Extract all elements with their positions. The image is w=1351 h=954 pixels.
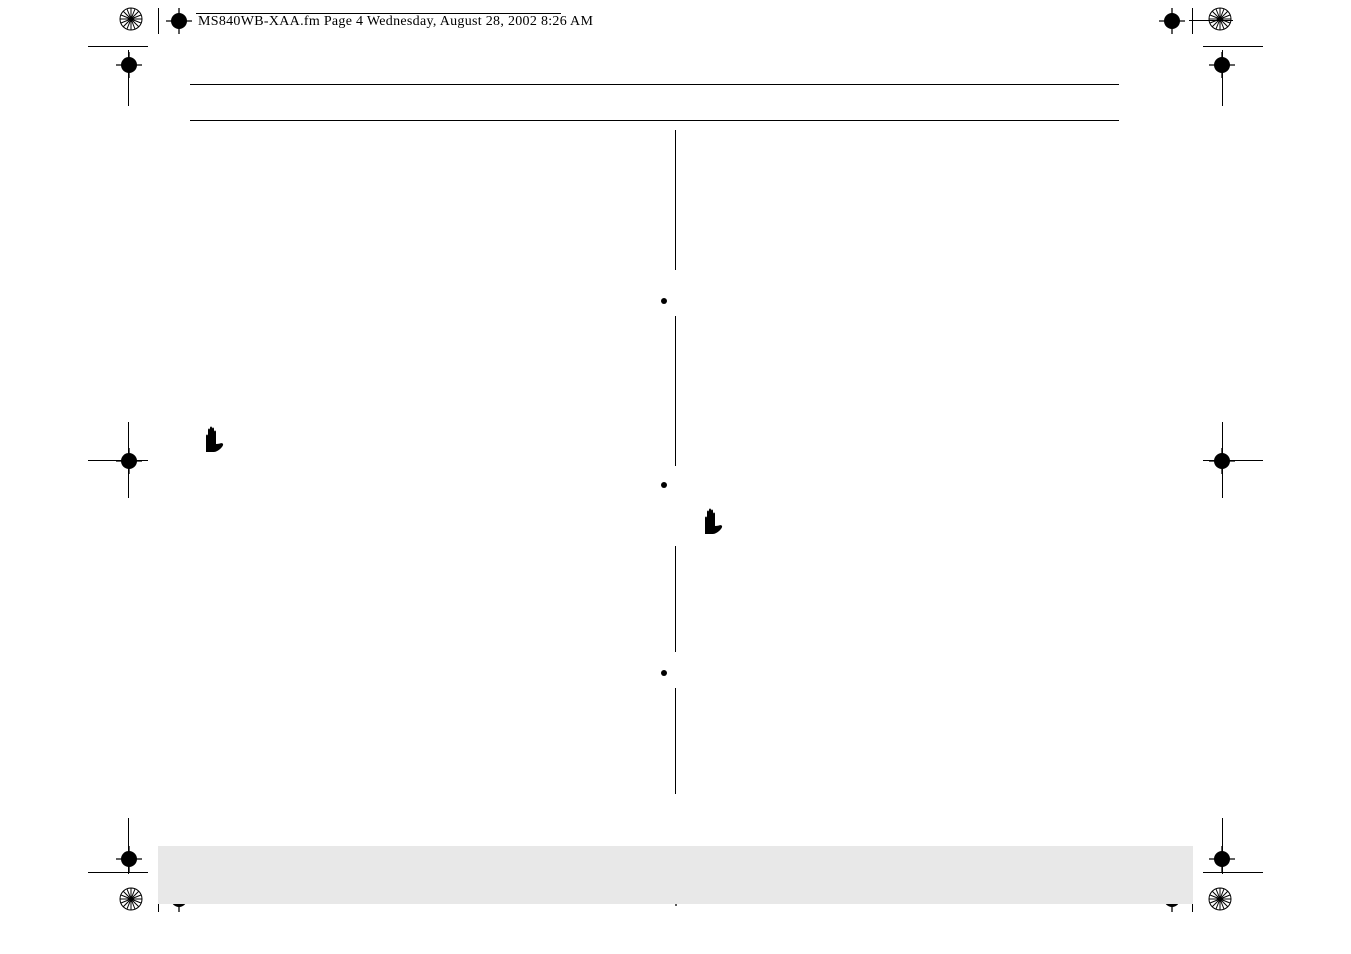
crop-mark (128, 422, 129, 498)
crop-mark (128, 50, 129, 106)
left-column (190, 130, 645, 794)
stop-hand-icon (200, 422, 228, 454)
column-divider (675, 688, 676, 794)
crop-mark (1203, 46, 1263, 47)
crop-mark (1192, 8, 1193, 34)
registration-mark-icon (116, 448, 142, 474)
column-divider (675, 130, 676, 270)
stop-hand-icon (699, 504, 727, 536)
registration-mark-icon (1209, 846, 1235, 872)
crop-mark (1203, 872, 1263, 873)
crop-mark (88, 872, 148, 873)
registration-mark-icon (116, 846, 142, 872)
color-bar-icon (1207, 6, 1233, 32)
content-area (190, 130, 1161, 794)
registration-mark-icon (1209, 448, 1235, 474)
header-rule-thin (190, 120, 1119, 121)
crop-mark (1222, 818, 1223, 874)
crop-mark (1189, 20, 1233, 21)
column-divider (675, 546, 676, 652)
bullet-icon (661, 298, 667, 304)
crop-mark (1222, 422, 1223, 498)
registration-mark-icon (116, 52, 142, 78)
registration-mark-icon (1159, 8, 1185, 34)
color-bar-icon (1207, 886, 1233, 912)
crop-mark (1222, 50, 1223, 106)
print-proof-page: MS840WB-XAA.fm Page 4 Wednesday, August … (0, 0, 1351, 954)
crop-mark (88, 46, 148, 47)
footer-band (158, 846, 1193, 904)
crop-mark (158, 8, 159, 34)
bullet-icon (661, 670, 667, 676)
crop-mark (128, 818, 129, 874)
registration-mark-icon (1209, 52, 1235, 78)
crop-mark (1203, 460, 1263, 461)
bullet-icon (661, 482, 667, 488)
column-divider (675, 316, 676, 466)
color-bar-icon (118, 886, 144, 912)
registration-mark-icon (166, 8, 192, 34)
framemaker-stamp: MS840WB-XAA.fm Page 4 Wednesday, August … (198, 14, 593, 30)
header-rule-thick (190, 84, 1119, 85)
color-bar-icon (118, 6, 144, 32)
crop-mark (88, 460, 148, 461)
right-column (675, 130, 1162, 794)
